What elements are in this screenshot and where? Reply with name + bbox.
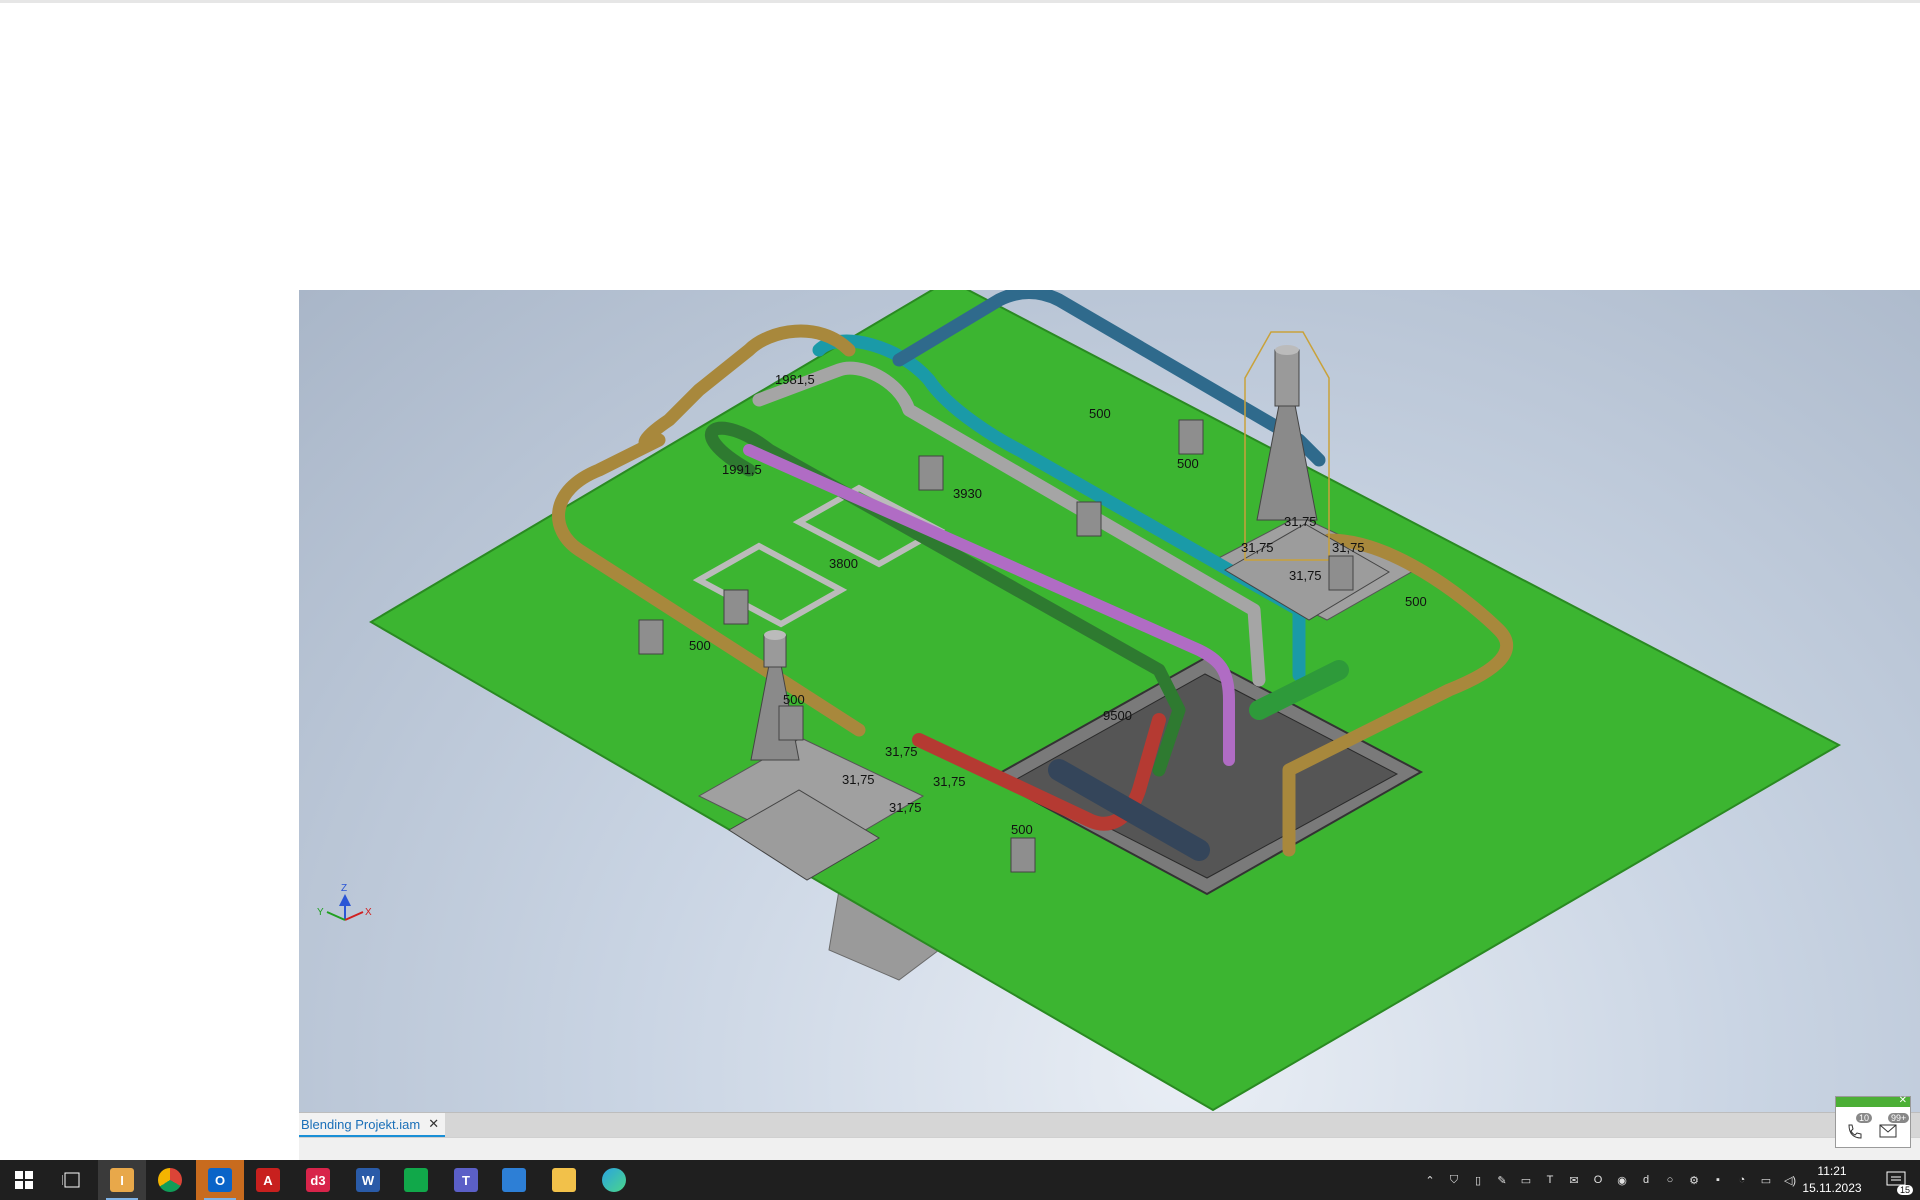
notification-popup[interactable]: ✕ 10 99+ xyxy=(1835,1095,1911,1148)
edge-icon xyxy=(602,1168,626,1192)
svg-text:500: 500 xyxy=(1089,406,1111,421)
top-strip xyxy=(0,0,1920,3)
clock-time: 11:21 xyxy=(1817,1164,1847,1178)
svg-text:31,75: 31,75 xyxy=(933,774,966,789)
taskbar-app-word[interactable]: W xyxy=(344,1160,392,1200)
clock[interactable]: 11:21 15.11.2023 xyxy=(1800,1163,1864,1197)
document-tab-bar: Blending Projekt.iam ✕ xyxy=(299,1112,1920,1137)
svg-text:3930: 3930 xyxy=(953,486,982,501)
settings-icon[interactable]: ⚙ xyxy=(1685,1171,1703,1189)
calls-badge: 10 xyxy=(1856,1113,1873,1123)
notification-center-button[interactable]: 15 xyxy=(1872,1160,1920,1200)
chat-icon[interactable]: ○ xyxy=(1661,1171,1679,1189)
windows-icon xyxy=(15,1171,33,1189)
model-canvas[interactable]: 1981,5 1991,5 3930 3800 9500 500 500 500… xyxy=(299,290,1920,1112)
taskbar-app-sheets[interactable] xyxy=(392,1160,440,1200)
taskbar-app-d3[interactable]: d3 xyxy=(294,1160,342,1200)
svg-text:31,75: 31,75 xyxy=(842,772,875,787)
autocad-icon: A xyxy=(256,1168,280,1192)
taskbar-app-inventor[interactable]: I xyxy=(98,1160,146,1200)
network-icon[interactable]: ▭ xyxy=(1757,1171,1775,1189)
chrome-tray-icon[interactable]: ◉ xyxy=(1613,1171,1631,1189)
taskbar-app-remote[interactable] xyxy=(490,1160,538,1200)
svg-text:1991,5: 1991,5 xyxy=(722,462,762,477)
phone-icon[interactable] xyxy=(1846,1122,1864,1140)
outlook-tray-icon[interactable]: O xyxy=(1589,1171,1607,1189)
svg-text:500: 500 xyxy=(1011,822,1033,837)
folder-icon xyxy=(552,1168,576,1192)
svg-text:Y: Y xyxy=(317,907,324,918)
d3-tray-icon[interactable]: d xyxy=(1637,1171,1655,1189)
sheets-icon xyxy=(404,1168,428,1192)
usb-icon[interactable]: ▯ xyxy=(1469,1171,1487,1189)
taskbar-app-explorer[interactable] xyxy=(540,1160,588,1200)
svg-text:31,75: 31,75 xyxy=(1284,514,1317,529)
close-icon[interactable]: ✕ xyxy=(428,1116,439,1132)
volume-icon[interactable]: ◁) xyxy=(1781,1171,1799,1189)
svg-text:Z: Z xyxy=(341,883,347,894)
svg-text:3800: 3800 xyxy=(829,556,858,571)
taskbar-app-chrome[interactable] xyxy=(146,1160,194,1200)
nvidia-icon[interactable]: ▪ xyxy=(1709,1171,1727,1189)
windows-start-button[interactable] xyxy=(0,1160,48,1200)
outlook-icon: O xyxy=(208,1168,232,1192)
document-tab-label: Blending Projekt.iam xyxy=(301,1116,421,1132)
d3-icon: d3 xyxy=(306,1168,330,1192)
system-tray: ⌃ ⛉ ▯ ✎ ▭ T ✉ O ◉ d ○ ⚙ ▪ ◔ ▭ ◁) xyxy=(1418,1160,1802,1200)
svg-text:31,75: 31,75 xyxy=(1332,540,1365,555)
teams-tray-icon[interactable]: T xyxy=(1541,1171,1559,1189)
svg-text:9500: 9500 xyxy=(1103,708,1132,723)
taskbar-app-autocad[interactable]: A xyxy=(244,1160,292,1200)
teams-icon: T xyxy=(454,1168,478,1192)
svg-text:31,75: 31,75 xyxy=(889,800,922,815)
mail-badge: 99+ xyxy=(1888,1113,1910,1123)
tray-arrow-icon[interactable]: ⌃ xyxy=(1421,1171,1439,1189)
svg-text:500: 500 xyxy=(1405,594,1427,609)
task-view-icon xyxy=(62,1172,80,1188)
notification-count: 15 xyxy=(1896,1185,1913,1195)
clock-date: 15.11.2023 xyxy=(1802,1181,1862,1195)
chrome-icon xyxy=(158,1168,182,1192)
svg-text:500: 500 xyxy=(1177,456,1199,471)
svg-text:500: 500 xyxy=(689,638,711,653)
task-view-button[interactable] xyxy=(48,1160,96,1200)
axis-triad[interactable]: Z X Y xyxy=(317,883,372,921)
taskbar-app-outlook[interactable]: O xyxy=(196,1160,244,1200)
svg-text:500: 500 xyxy=(783,692,805,707)
svg-text:31,75: 31,75 xyxy=(1289,568,1322,583)
inventor-icon: I xyxy=(110,1168,134,1192)
status-bar xyxy=(299,1137,1920,1160)
taskbar: I O A d3 W T ⌃ ⛉ ▯ ✎ ▭ T ✉ O ◉ d ○ ⚙ ▪ ◔… xyxy=(0,1160,1920,1200)
popup-close-icon[interactable]: ✕ xyxy=(1899,1095,1907,1106)
document-tab[interactable]: Blending Projekt.iam ✕ xyxy=(299,1113,446,1137)
taskbar-app-edge[interactable] xyxy=(590,1160,638,1200)
svg-text:31,75: 31,75 xyxy=(1241,540,1274,555)
taskbar-app-teams[interactable]: T xyxy=(442,1160,490,1200)
mail-icon[interactable]: ✉ xyxy=(1565,1171,1583,1189)
clock-tray-icon[interactable]: ◔ xyxy=(1733,1171,1751,1189)
svg-text:31,75: 31,75 xyxy=(885,744,918,759)
popup-header: ✕ xyxy=(1836,1095,1910,1107)
shield-icon[interactable]: ⛉ xyxy=(1445,1171,1463,1189)
mail-popup-icon[interactable] xyxy=(1879,1124,1897,1138)
display-icon[interactable]: ▭ xyxy=(1517,1171,1535,1189)
graphics-viewport[interactable]: 1981,5 1991,5 3930 3800 9500 500 500 500… xyxy=(299,290,1920,1112)
svg-text:1981,5: 1981,5 xyxy=(775,372,815,387)
pen-icon[interactable]: ✎ xyxy=(1493,1171,1511,1189)
svg-text:X: X xyxy=(365,907,372,918)
word-icon: W xyxy=(356,1168,380,1192)
remote-icon xyxy=(502,1168,526,1192)
